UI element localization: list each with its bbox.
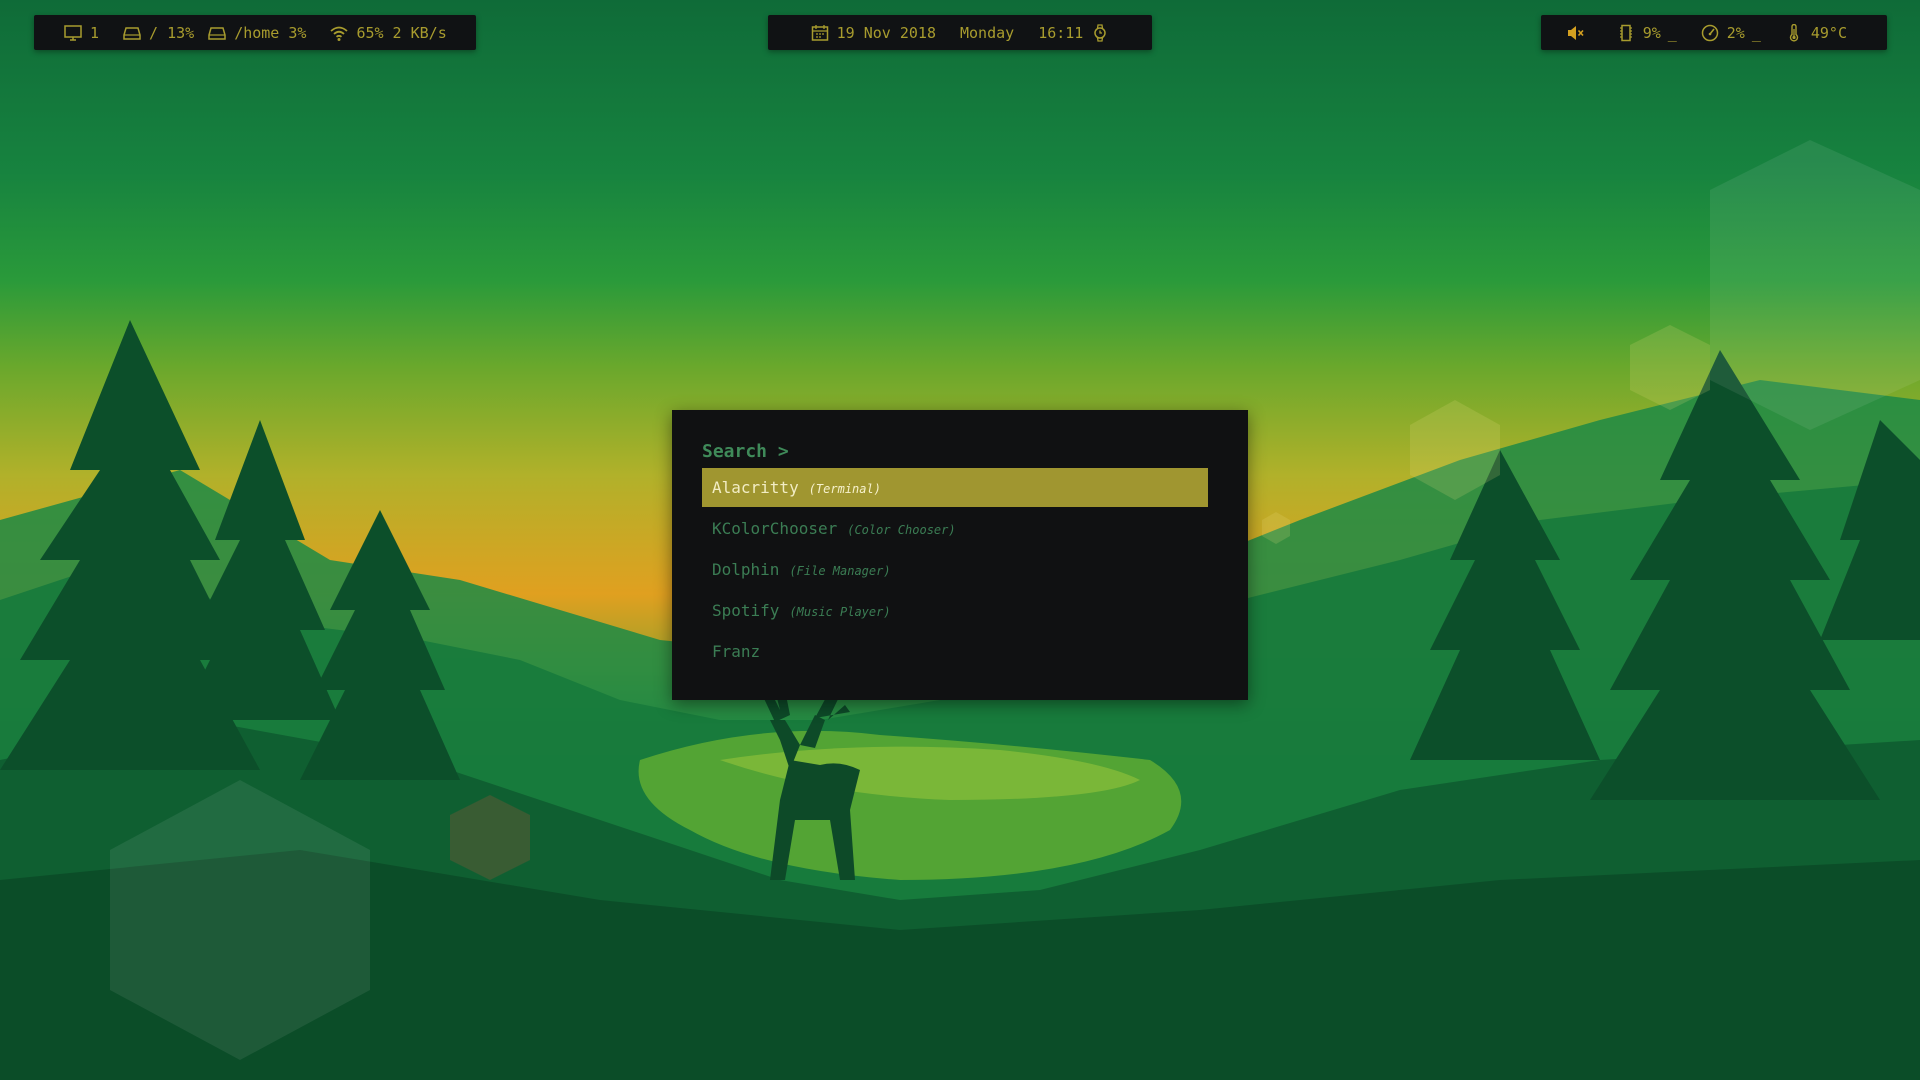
weekday-value: Monday [960,23,1015,42]
status-bar-right: 9% _ 2% _ 49°C [1541,15,1887,50]
date-display[interactable]: 19 Nov 2018 [811,24,936,42]
time-display[interactable]: 16:11 [1038,24,1109,42]
cpu-value: 2% [1726,23,1745,42]
cpu-graph-indicator: _ [1751,23,1761,42]
calendar-icon [811,24,829,42]
volume-muted-icon [1567,24,1585,42]
wifi-status: 65% 2 KB/s [330,23,447,42]
temperature-value: 49°C [1810,23,1847,42]
time-value: 16:11 [1038,23,1084,42]
workspace-indicator[interactable]: 1 [64,24,99,42]
search-input[interactable] [796,439,1208,463]
wifi-value: 65% 2 KB/s [356,23,447,42]
result-name: Dolphin [712,560,780,579]
result-description: (Terminal) [808,482,881,496]
memory-graph-indicator: _ [1667,23,1677,42]
workspace-number: 1 [90,23,100,42]
root-disk-value: / 13% [149,23,195,42]
thermometer-icon [1785,23,1803,42]
gauge-icon [1701,24,1719,42]
hard-drive-icon [123,24,141,42]
result-name: KColorChooser [712,519,838,538]
watch-icon [1091,23,1109,42]
app-launcher: Search > Alacritty (Terminal) KColorChoo… [672,410,1248,700]
result-description: (File Manager) [789,564,891,578]
home-disk-value: /home 3% [234,23,307,42]
wifi-icon [330,24,349,42]
home-disk-usage: /home 3% [208,24,306,42]
results-list: Alacritty (Terminal) KColorChooser (Colo… [702,468,1208,671]
memory-icon [1617,24,1635,42]
status-bar-left: 1 / 13% /home 3% 65% 2 KB/s [34,15,476,50]
result-name: Alacritty [712,478,799,497]
root-disk-usage: / 13% [123,24,194,42]
status-bar-center: 19 Nov 2018 Monday 16:11 [768,15,1152,50]
result-item-franz[interactable]: Franz [702,632,1208,671]
weekday-display: Monday [960,24,1014,42]
volume-control[interactable] [1567,24,1593,42]
date-value: 19 Nov 2018 [836,23,936,42]
monitor-icon [64,24,82,42]
result-name: Spotify [712,601,780,620]
result-description: (Color Chooser) [847,523,956,537]
hard-drive-icon [208,24,226,42]
memory-usage: 9% _ [1617,24,1677,42]
temperature-reading: 49°C [1785,23,1847,42]
result-description: (Music Player) [789,605,891,619]
cpu-usage: 2% _ [1701,24,1761,42]
search-row: Search > [702,438,1208,464]
result-item-spotify[interactable]: Spotify (Music Player) [702,591,1208,630]
search-prompt: Search > [702,440,789,462]
result-item-alacritty[interactable]: Alacritty (Terminal) [702,468,1208,507]
result-item-dolphin[interactable]: Dolphin (File Manager) [702,550,1208,589]
result-name: Franz [712,642,761,661]
memory-value: 9% [1642,23,1661,42]
result-item-kcolorchooser[interactable]: KColorChooser (Color Chooser) [702,509,1208,548]
